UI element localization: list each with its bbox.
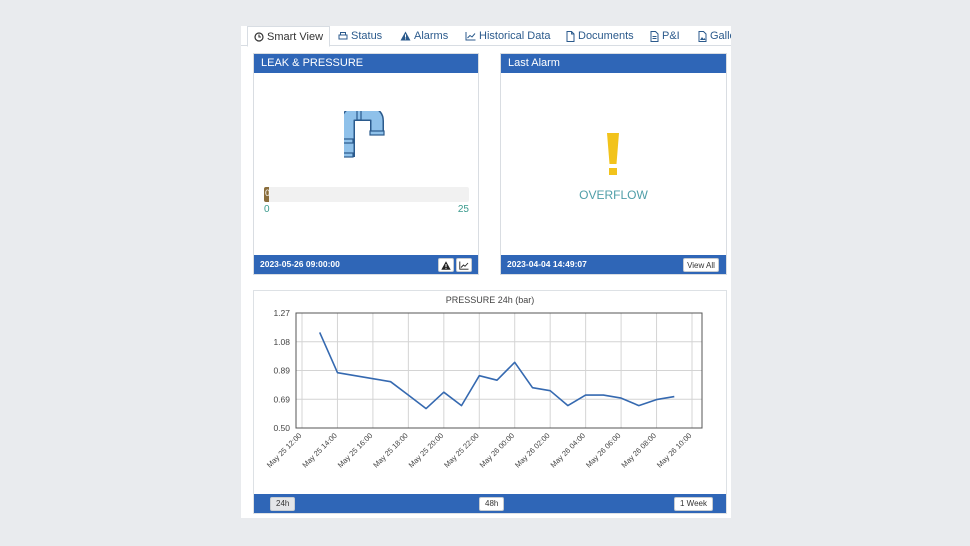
tab-label: Galle: [710, 30, 731, 42]
pressure-chart: 1.271.080.890.690.50May 25 12:00May 25 1…: [265, 308, 703, 470]
tab-alarms[interactable]: Alarms: [400, 26, 448, 46]
range-1-week-button[interactable]: 1 Week: [674, 497, 713, 511]
tab-p-and-i[interactable]: P&I: [650, 26, 680, 46]
tab-gallery[interactable]: Galle: [698, 26, 731, 46]
x-tick-label: May 26 00:00: [478, 431, 517, 470]
warning-icon: [400, 31, 411, 41]
y-tick-label: 1.27: [273, 308, 290, 318]
tab-label: Documents: [578, 30, 634, 42]
x-tick-label: May 25 22:00: [442, 431, 481, 470]
tab-documents[interactable]: Documents: [566, 26, 634, 46]
y-tick-label: 0.89: [273, 366, 290, 376]
panel-footer: 2023-05-26 09:00:00: [254, 255, 478, 274]
x-tick-label: May 26 04:00: [549, 431, 588, 470]
x-tick-label: May 25 12:00: [265, 431, 304, 470]
tab-label: P&I: [662, 30, 680, 42]
tab-historical-data[interactable]: Historical Data: [465, 26, 551, 46]
warning-icon: [441, 260, 451, 270]
alarm-name: OVERFLOW: [579, 188, 648, 202]
gauge-max-label: 25: [457, 204, 469, 215]
x-tick-label: May 25 18:00: [371, 431, 410, 470]
panel-footer: 2023-04-04 14:49:07 View All: [501, 255, 726, 274]
image-icon: [698, 30, 707, 42]
range-48h-button[interactable]: 48h: [479, 497, 505, 511]
exclamation-icon: [607, 133, 619, 175]
x-tick-label: May 25 20:00: [407, 431, 446, 470]
document-icon: [566, 30, 575, 42]
y-tick-label: 0.69: [273, 394, 290, 404]
range-24h-button[interactable]: 24h: [270, 497, 296, 511]
pressure-gauge-bar: 0: [264, 187, 469, 202]
tab-label: Alarms: [414, 30, 449, 42]
tab-status[interactable]: Status: [338, 26, 382, 46]
tab-smart-view[interactable]: Smart View: [247, 26, 331, 47]
x-tick-label: May 26 08:00: [619, 431, 658, 470]
y-tick-label: 0.50: [273, 423, 290, 433]
panel-title: LEAK & PRESSURE: [254, 54, 478, 73]
gauge-value: 0: [265, 188, 271, 198]
line-chart-icon: [465, 32, 476, 41]
view-all-button[interactable]: View All: [683, 258, 719, 272]
alarm-timestamp: 2023-04-04 14:49:07: [507, 259, 587, 269]
clock-icon: [254, 31, 264, 42]
tab-label: Historical Data: [479, 30, 551, 42]
smart-view-frame: Smart View Status Alarms Historical Data…: [241, 26, 731, 518]
x-tick-label: May 26 10:00: [655, 431, 694, 470]
gauge-min-label: 0: [264, 204, 270, 215]
alarm-warning-button[interactable]: [438, 258, 454, 272]
x-tick-label: May 25 14:00: [300, 431, 339, 470]
printer-icon: [338, 32, 348, 40]
pdf-icon: [650, 30, 659, 42]
trend-chart-button[interactable]: [456, 258, 472, 272]
tab-label: Status: [351, 30, 383, 42]
last-alarm-panel: Last Alarm OVERFLOW 2023-04-04 14:49:07 …: [500, 53, 727, 275]
leak-timestamp: 2023-05-26 09:00:00: [260, 259, 340, 269]
tab-label: Smart View: [267, 30, 324, 43]
leak-pressure-panel: LEAK & PRESSURE 0 0 25 2023-05-26 09:00:…: [253, 53, 479, 275]
x-tick-label: May 25 16:00: [336, 431, 375, 470]
x-tick-label: May 26 06:00: [584, 431, 623, 470]
chart-icon: [459, 261, 469, 270]
pressure-chart-panel: PRESSURE 24h (bar) 1.27 1.08 0.89 0.69 0.50 M…: [253, 290, 727, 514]
pipe-icon: [344, 111, 385, 158]
x-tick-label: May 26 02:00: [513, 431, 552, 470]
panel-title: Last Alarm: [501, 54, 726, 73]
y-tick-label: 1.08: [273, 337, 290, 347]
range-selector-bar: 24h 48h 1 Week: [254, 494, 726, 513]
tab-bar: Smart View Status Alarms Historical Data…: [241, 26, 731, 47]
